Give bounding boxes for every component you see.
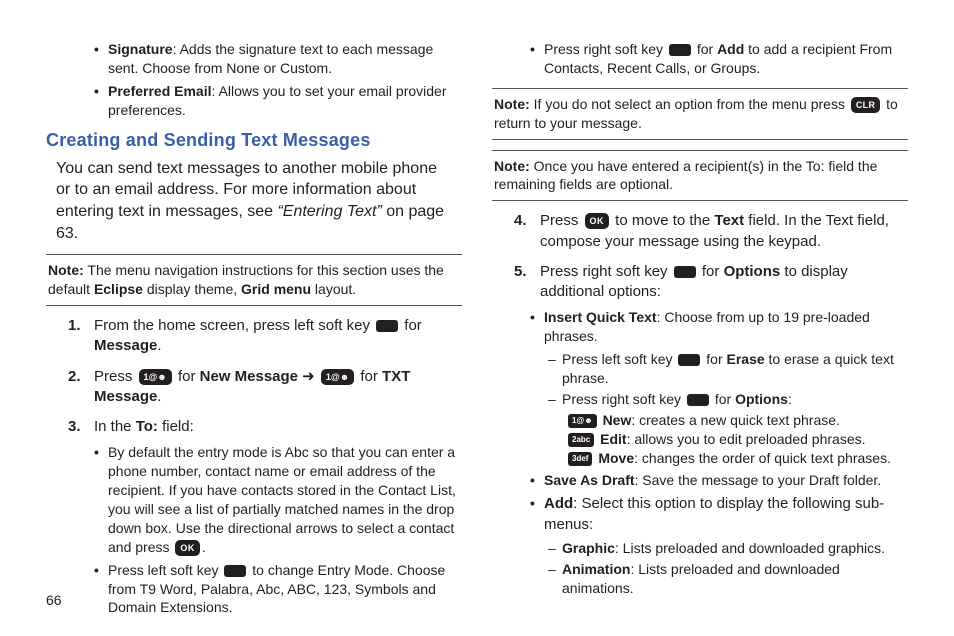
note-menu-navigation: Note: The menu navigation instructions f… xyxy=(46,254,462,306)
intro-paragraph: You can send text messages to another mo… xyxy=(56,158,452,244)
label-signature: Signature xyxy=(108,41,173,57)
right-soft-key-icon xyxy=(669,44,691,56)
key-2-icon: 2abc xyxy=(568,433,594,447)
right-soft-key-icon xyxy=(674,266,696,278)
option-move: 3def Move: changes the order of quick te… xyxy=(566,449,908,468)
step-4: 4. Press OK to move to the Text field. I… xyxy=(514,211,908,252)
key-1-icon: 1@☻ xyxy=(321,369,354,385)
key-3-icon: 3def xyxy=(568,452,592,466)
sub-graphic: – Graphic: Lists preloaded and downloade… xyxy=(548,539,908,558)
left-soft-key-icon xyxy=(678,354,700,366)
bullet-insert-quick-text: • Insert Quick Text: Choose from up to 1… xyxy=(530,308,908,346)
sub-erase: – Press left soft key for Erase to erase… xyxy=(548,350,908,388)
page-number: 66 xyxy=(46,591,62,610)
clr-key-icon: CLR xyxy=(851,97,880,113)
columns: • Signature: Adds the signature text to … xyxy=(46,36,908,621)
step-1: 1. From the home screen, press left soft… xyxy=(68,316,462,357)
left-column: • Signature: Adds the signature text to … xyxy=(46,36,462,621)
section-heading: Creating and Sending Text Messages xyxy=(46,128,462,152)
ok-key-icon: OK xyxy=(175,540,200,556)
bullet-press-right-add: • Press right soft key for Add to add a … xyxy=(530,40,908,78)
sub-options: – Press right soft key for Options: xyxy=(548,390,908,409)
note-no-option-selected: Note: If you do not select an option fro… xyxy=(492,88,908,140)
bullet-save-as-draft: • Save As Draft: Save the message to you… xyxy=(530,471,908,490)
step3-bullet-default-entry: • By default the entry mode is Abc so th… xyxy=(94,443,462,556)
ok-key-icon: OK xyxy=(585,213,610,229)
right-column: • Press right soft key for Add to add a … xyxy=(492,36,908,621)
key-1-icon: 1@☻ xyxy=(139,369,172,385)
sub-animation: – Animation: Lists preloaded and downloa… xyxy=(548,560,908,598)
label-preferred-email: Preferred Email xyxy=(108,83,212,99)
manual-page: • Signature: Adds the signature text to … xyxy=(0,0,954,636)
step3-bullet-entry-mode: • Press left soft key to change Entry Mo… xyxy=(94,561,462,618)
step-5: 5. Press right soft key for Options to d… xyxy=(514,262,908,303)
bullet-add: • Add: Select this option to display the… xyxy=(530,494,908,535)
right-soft-key-icon xyxy=(687,394,709,406)
note-remaining-fields-optional: Note: Once you have entered a recipient(… xyxy=(492,150,908,202)
bullet-preferred-email: • Preferred Email: Allows you to set you… xyxy=(94,82,462,120)
step-3: 3. In the To: field: xyxy=(68,417,462,437)
left-soft-key-icon xyxy=(224,565,246,577)
key-1-icon: 1@☻ xyxy=(568,414,597,428)
bullet-signature: • Signature: Adds the signature text to … xyxy=(94,40,462,78)
left-soft-key-icon xyxy=(376,320,398,332)
option-edit: 2abc Edit: allows you to edit preloaded … xyxy=(566,430,908,449)
step-2: 2. Press 1@☻ for New Message ➜ 1@☻ for T… xyxy=(68,367,462,408)
option-new: 1@☻ New: creates a new quick text phrase… xyxy=(566,411,908,430)
